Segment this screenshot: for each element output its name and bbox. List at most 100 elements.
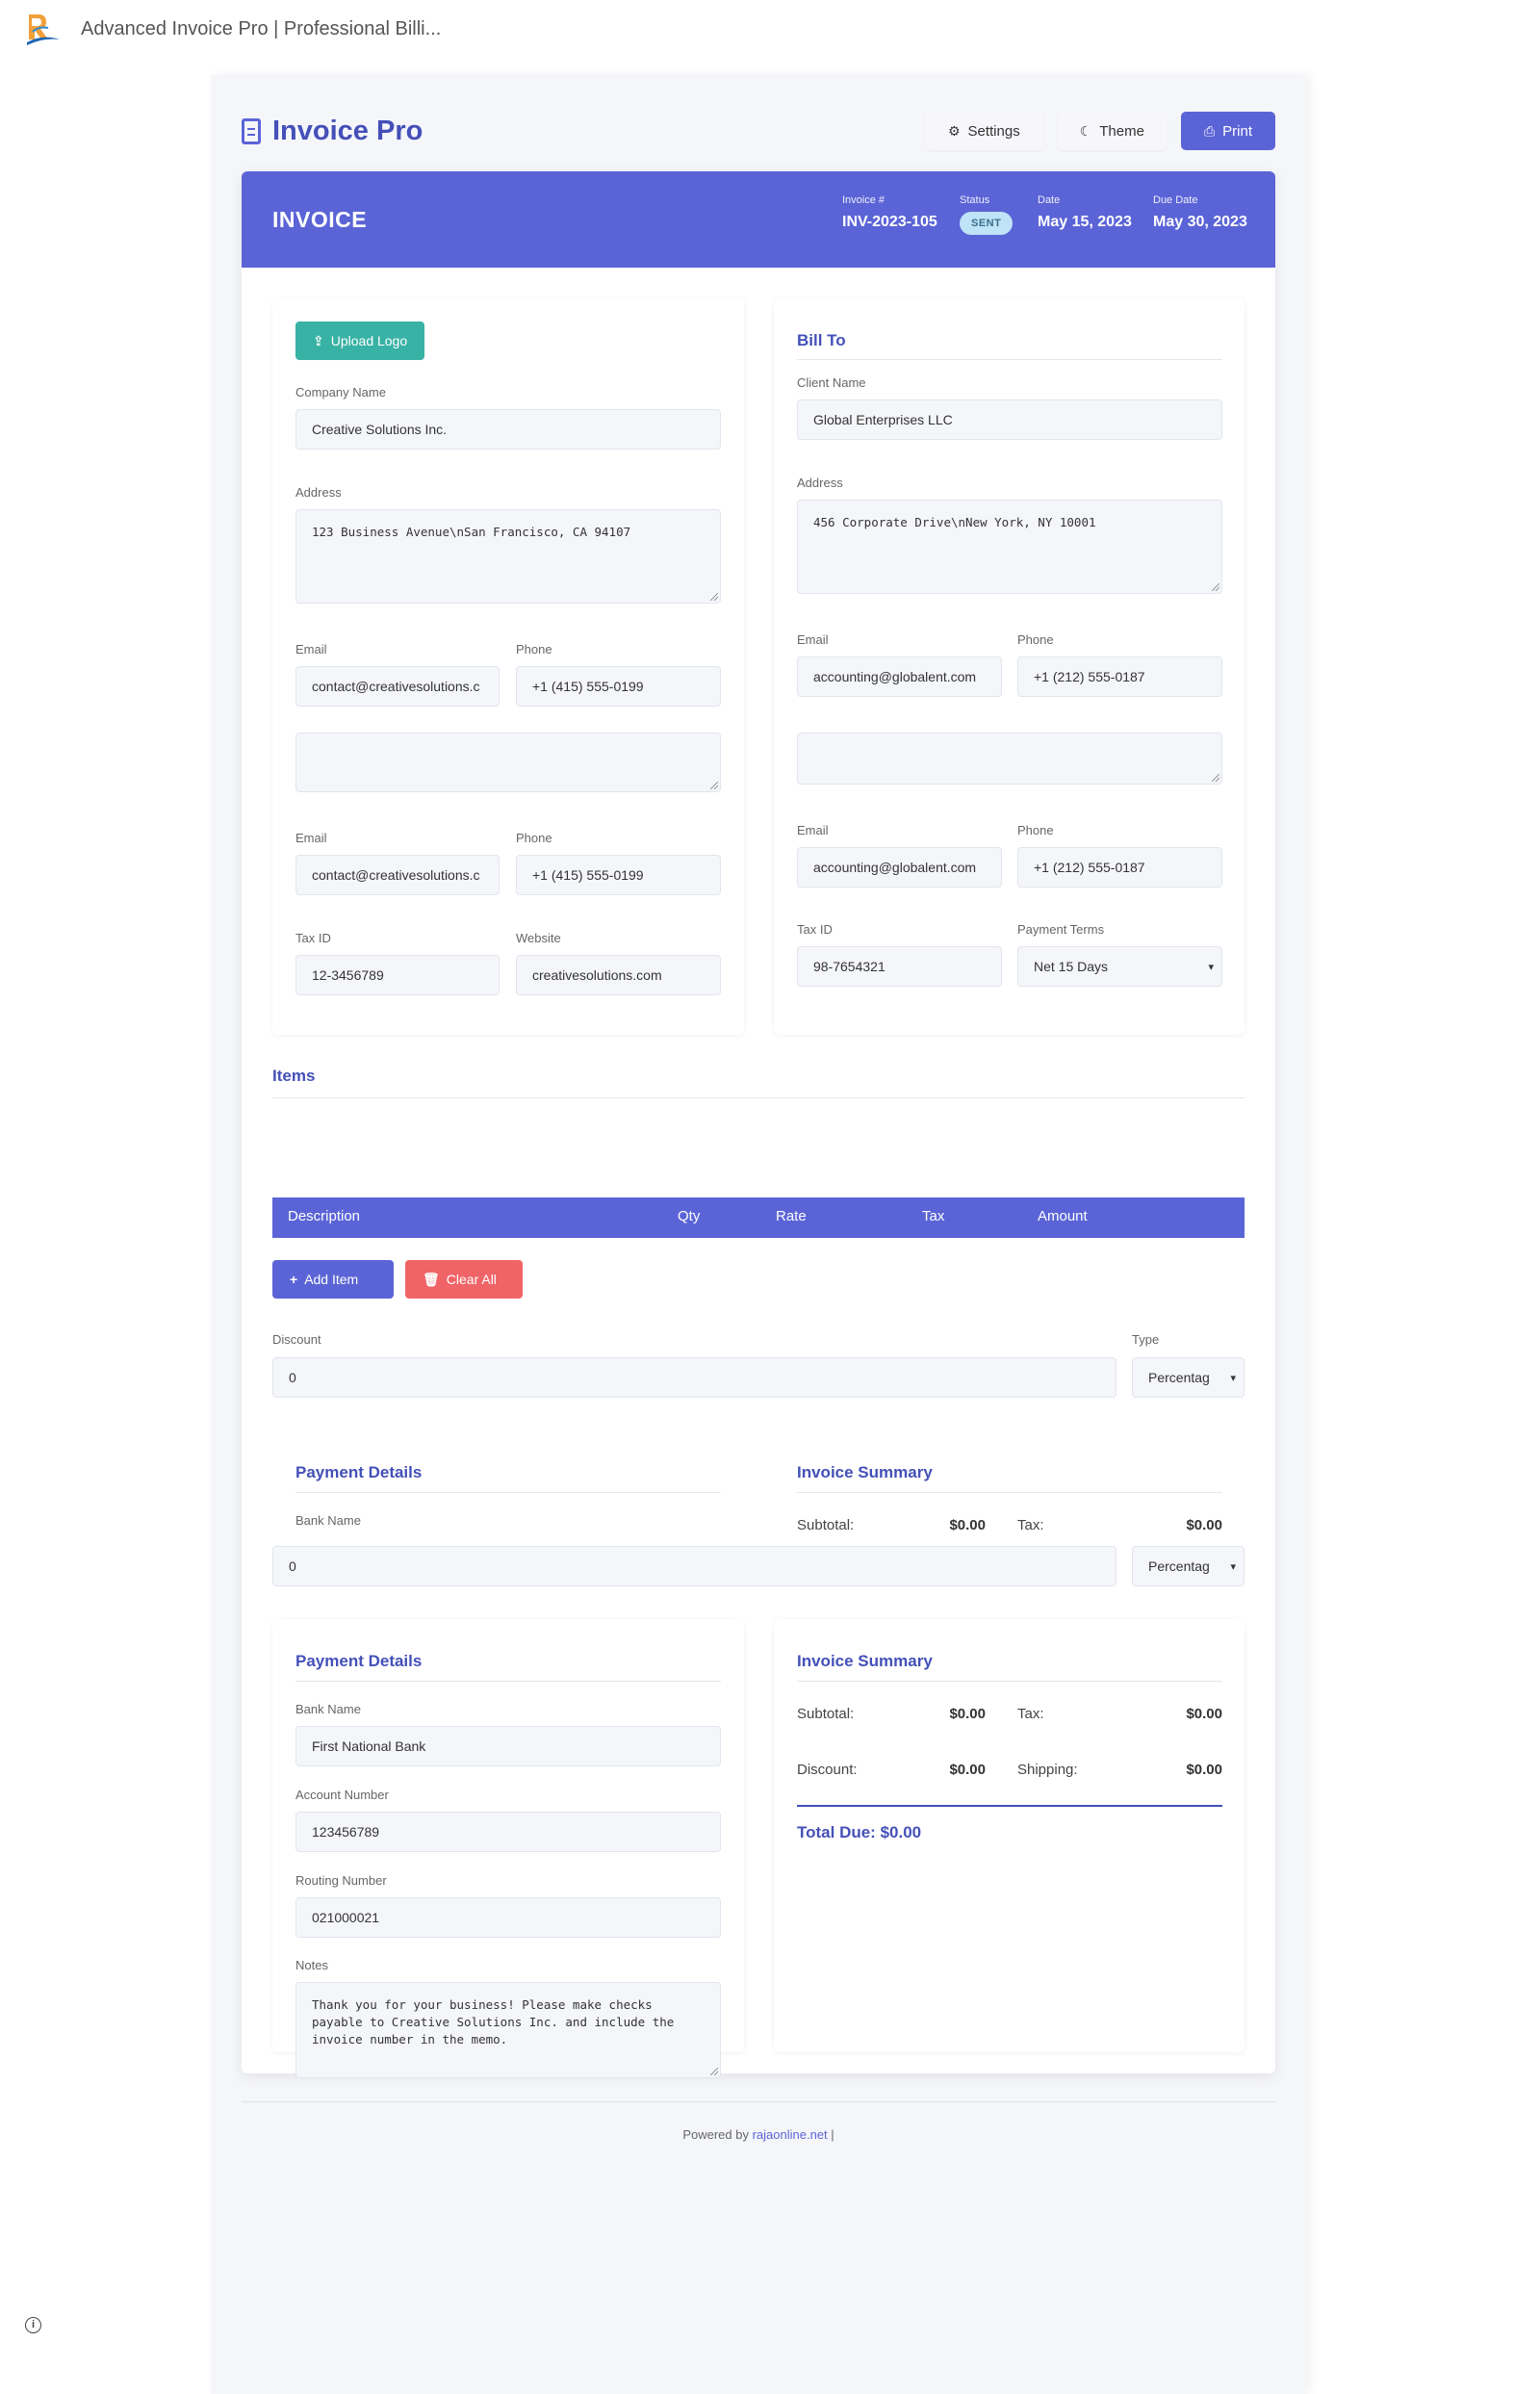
browser-tab-title[interactable]: Advanced Invoice Pro | Professional Bill… [81,18,441,40]
tax-ghost-value: $0.00 [1186,1517,1222,1533]
client-email-input-2[interactable]: accounting@globalent.com [797,847,1002,888]
payment-details-ghost-title: Payment Details [295,1463,423,1481]
invoice-summary-divider [797,1681,1222,1682]
total-due: Total Due: $0.00 [797,1823,922,1841]
invoice-summary-ghost-divider [797,1492,1222,1493]
tax-ghost-label: Tax: [1017,1517,1044,1533]
discount-type-select[interactable]: Percentag ▾ [1132,1357,1245,1398]
company-extra-textarea[interactable] [295,733,721,792]
company-name-input[interactable]: Creative Solutions Inc. [295,409,721,450]
discount-input[interactable]: 0 [272,1357,1116,1398]
invoice-summary-panel: Invoice Summary Subtotal: $0.00 Tax: $0.… [774,1619,1245,2052]
bill-to-title: Bill To [797,331,846,349]
status-label: Status [960,194,990,206]
company-taxid-label: Tax ID [295,931,331,945]
items-divider [272,1097,1245,1098]
invoice-summary-title: Invoice Summary [797,1652,933,1670]
client-address-textarea[interactable]: 456 Corporate Drive\nNew York, NY 10001 [797,500,1222,594]
app-page: Invoice Pro ⚙ Settings ☾ Theme ⎙ Print I… [211,75,1306,2394]
items-title: Items [272,1067,316,1085]
client-email-label-2: Email [797,823,829,837]
column-rate: Rate [776,1208,807,1224]
client-phone-label-2: Phone [1017,823,1054,837]
upload-logo-button[interactable]: ⇪ Upload Logo [295,322,425,360]
gear-icon: ⚙ [947,122,961,139]
bank-name-ghost-label: Bank Name [295,1513,361,1528]
company-phone-label-2: Phone [516,831,552,845]
discount-type-select-duplicate[interactable]: Percentag ▾ [1132,1546,1245,1586]
settings-button[interactable]: ⚙ Settings [924,112,1043,150]
due-date-value: May 30, 2023 [1153,214,1247,230]
moon-icon: ☾ [1079,122,1092,139]
due-date-meta: Due Date May 30, 2023 [1153,194,1247,231]
clear-all-label: Clear All [446,1272,497,1287]
company-phone-input[interactable]: +1 (415) 555-0199 [516,666,721,707]
company-name-label: Company Name [295,385,386,399]
client-taxid-input[interactable]: 98-7654321 [797,946,1002,987]
company-phone-label: Phone [516,642,552,656]
footer-link[interactable]: rajaonline.net [753,2127,828,2142]
company-website-label: Website [516,931,561,945]
bill-to-divider [797,359,1222,360]
invoice-number-label: Invoice # [842,194,886,206]
company-email-label-2: Email [295,831,327,845]
upload-logo-label: Upload Logo [330,333,408,348]
notes-textarea[interactable]: Thank you for your business! Please make… [295,1982,721,2078]
client-email-input[interactable]: accounting@globalent.com [797,656,1002,697]
column-qty: Qty [678,1208,701,1224]
company-email-label: Email [295,642,327,656]
powered-by-text: Powered by [682,2127,749,2142]
discount-input-duplicate[interactable]: 0 [272,1546,1116,1586]
company-taxid-input[interactable]: 12-3456789 [295,955,500,995]
routing-number-input[interactable]: 021000021 [295,1897,721,1938]
client-taxid-label: Tax ID [797,922,833,937]
invoice-number-meta: Invoice # INV-2023-105 [842,194,937,231]
theme-label: Theme [1099,122,1144,140]
notes-label: Notes [295,1958,328,1972]
company-website-input[interactable]: creativesolutions.com [516,955,721,995]
company-email-input-2[interactable]: contact@creativesolutions.c [295,855,500,895]
theme-button[interactable]: ☾ Theme [1056,112,1168,150]
info-icon[interactable]: i [25,2317,41,2333]
footer-divider [242,2101,1275,2102]
column-description: Description [288,1208,361,1224]
settings-label: Settings [967,122,1020,140]
invoice-summary-ghost-title: Invoice Summary [797,1463,933,1481]
client-name-label: Client Name [797,375,866,390]
print-button[interactable]: ⎙ Print [1180,112,1275,150]
items-table-header: Description Qty Rate Tax Amount [272,1197,1245,1238]
add-item-button[interactable]: + Add Item [272,1260,394,1299]
bank-name-input[interactable]: First National Bank [295,1726,721,1766]
date-meta: Date May 15, 2023 [1038,194,1132,231]
client-phone-label: Phone [1017,632,1054,647]
browser-tab-bar: Advanced Invoice Pro | Professional Bill… [0,0,1540,58]
company-phone-input-2[interactable]: +1 (415) 555-0199 [516,855,721,895]
client-phone-input-2[interactable]: +1 (212) 555-0187 [1017,847,1222,888]
due-date-label: Due Date [1153,194,1198,206]
client-name-input[interactable]: Global Enterprises LLC [797,399,1222,440]
invoice-card: INVOICE Invoice # INV-2023-105 Status SE… [242,171,1275,2078]
discount-summary-value: $0.00 [949,1762,986,1778]
upload-icon: ⇪ [313,332,324,348]
client-extra-textarea[interactable] [797,733,1222,785]
bill-to-panel: Bill To Client Name Global Enterprises L… [774,298,1245,1035]
payment-details-ghost-divider [295,1492,721,1493]
account-number-input[interactable]: 123456789 [295,1812,721,1852]
payment-terms-select[interactable]: Net 15 Days ▾ [1017,946,1222,987]
payment-terms-value: Net 15 Days [1034,959,1109,974]
tax-value: $0.00 [1186,1706,1222,1722]
client-address-label: Address [797,476,843,490]
clear-all-button[interactable]: 🗑 Clear All [405,1260,523,1299]
printer-icon: ⎙ [1203,122,1216,139]
shipping-label: Shipping: [1017,1762,1078,1778]
discount-type-label: Type [1132,1332,1160,1347]
payment-terms-label: Payment Terms [1017,922,1105,937]
company-address-textarea[interactable]: 123 Business Avenue\nSan Francisco, CA 9… [295,509,721,604]
payment-details-panel: Payment Details Bank Name First National… [272,1619,744,2078]
company-email-input[interactable]: contact@creativesolutions.c [295,666,500,707]
invoice-heading: INVOICE [272,207,368,232]
discount-type-value: Percentag [1148,1370,1210,1385]
client-phone-input[interactable]: +1 (212) 555-0187 [1017,656,1222,697]
brand-logo: Invoice Pro [242,116,423,147]
chevron-down-icon: ▾ [1208,962,1214,973]
